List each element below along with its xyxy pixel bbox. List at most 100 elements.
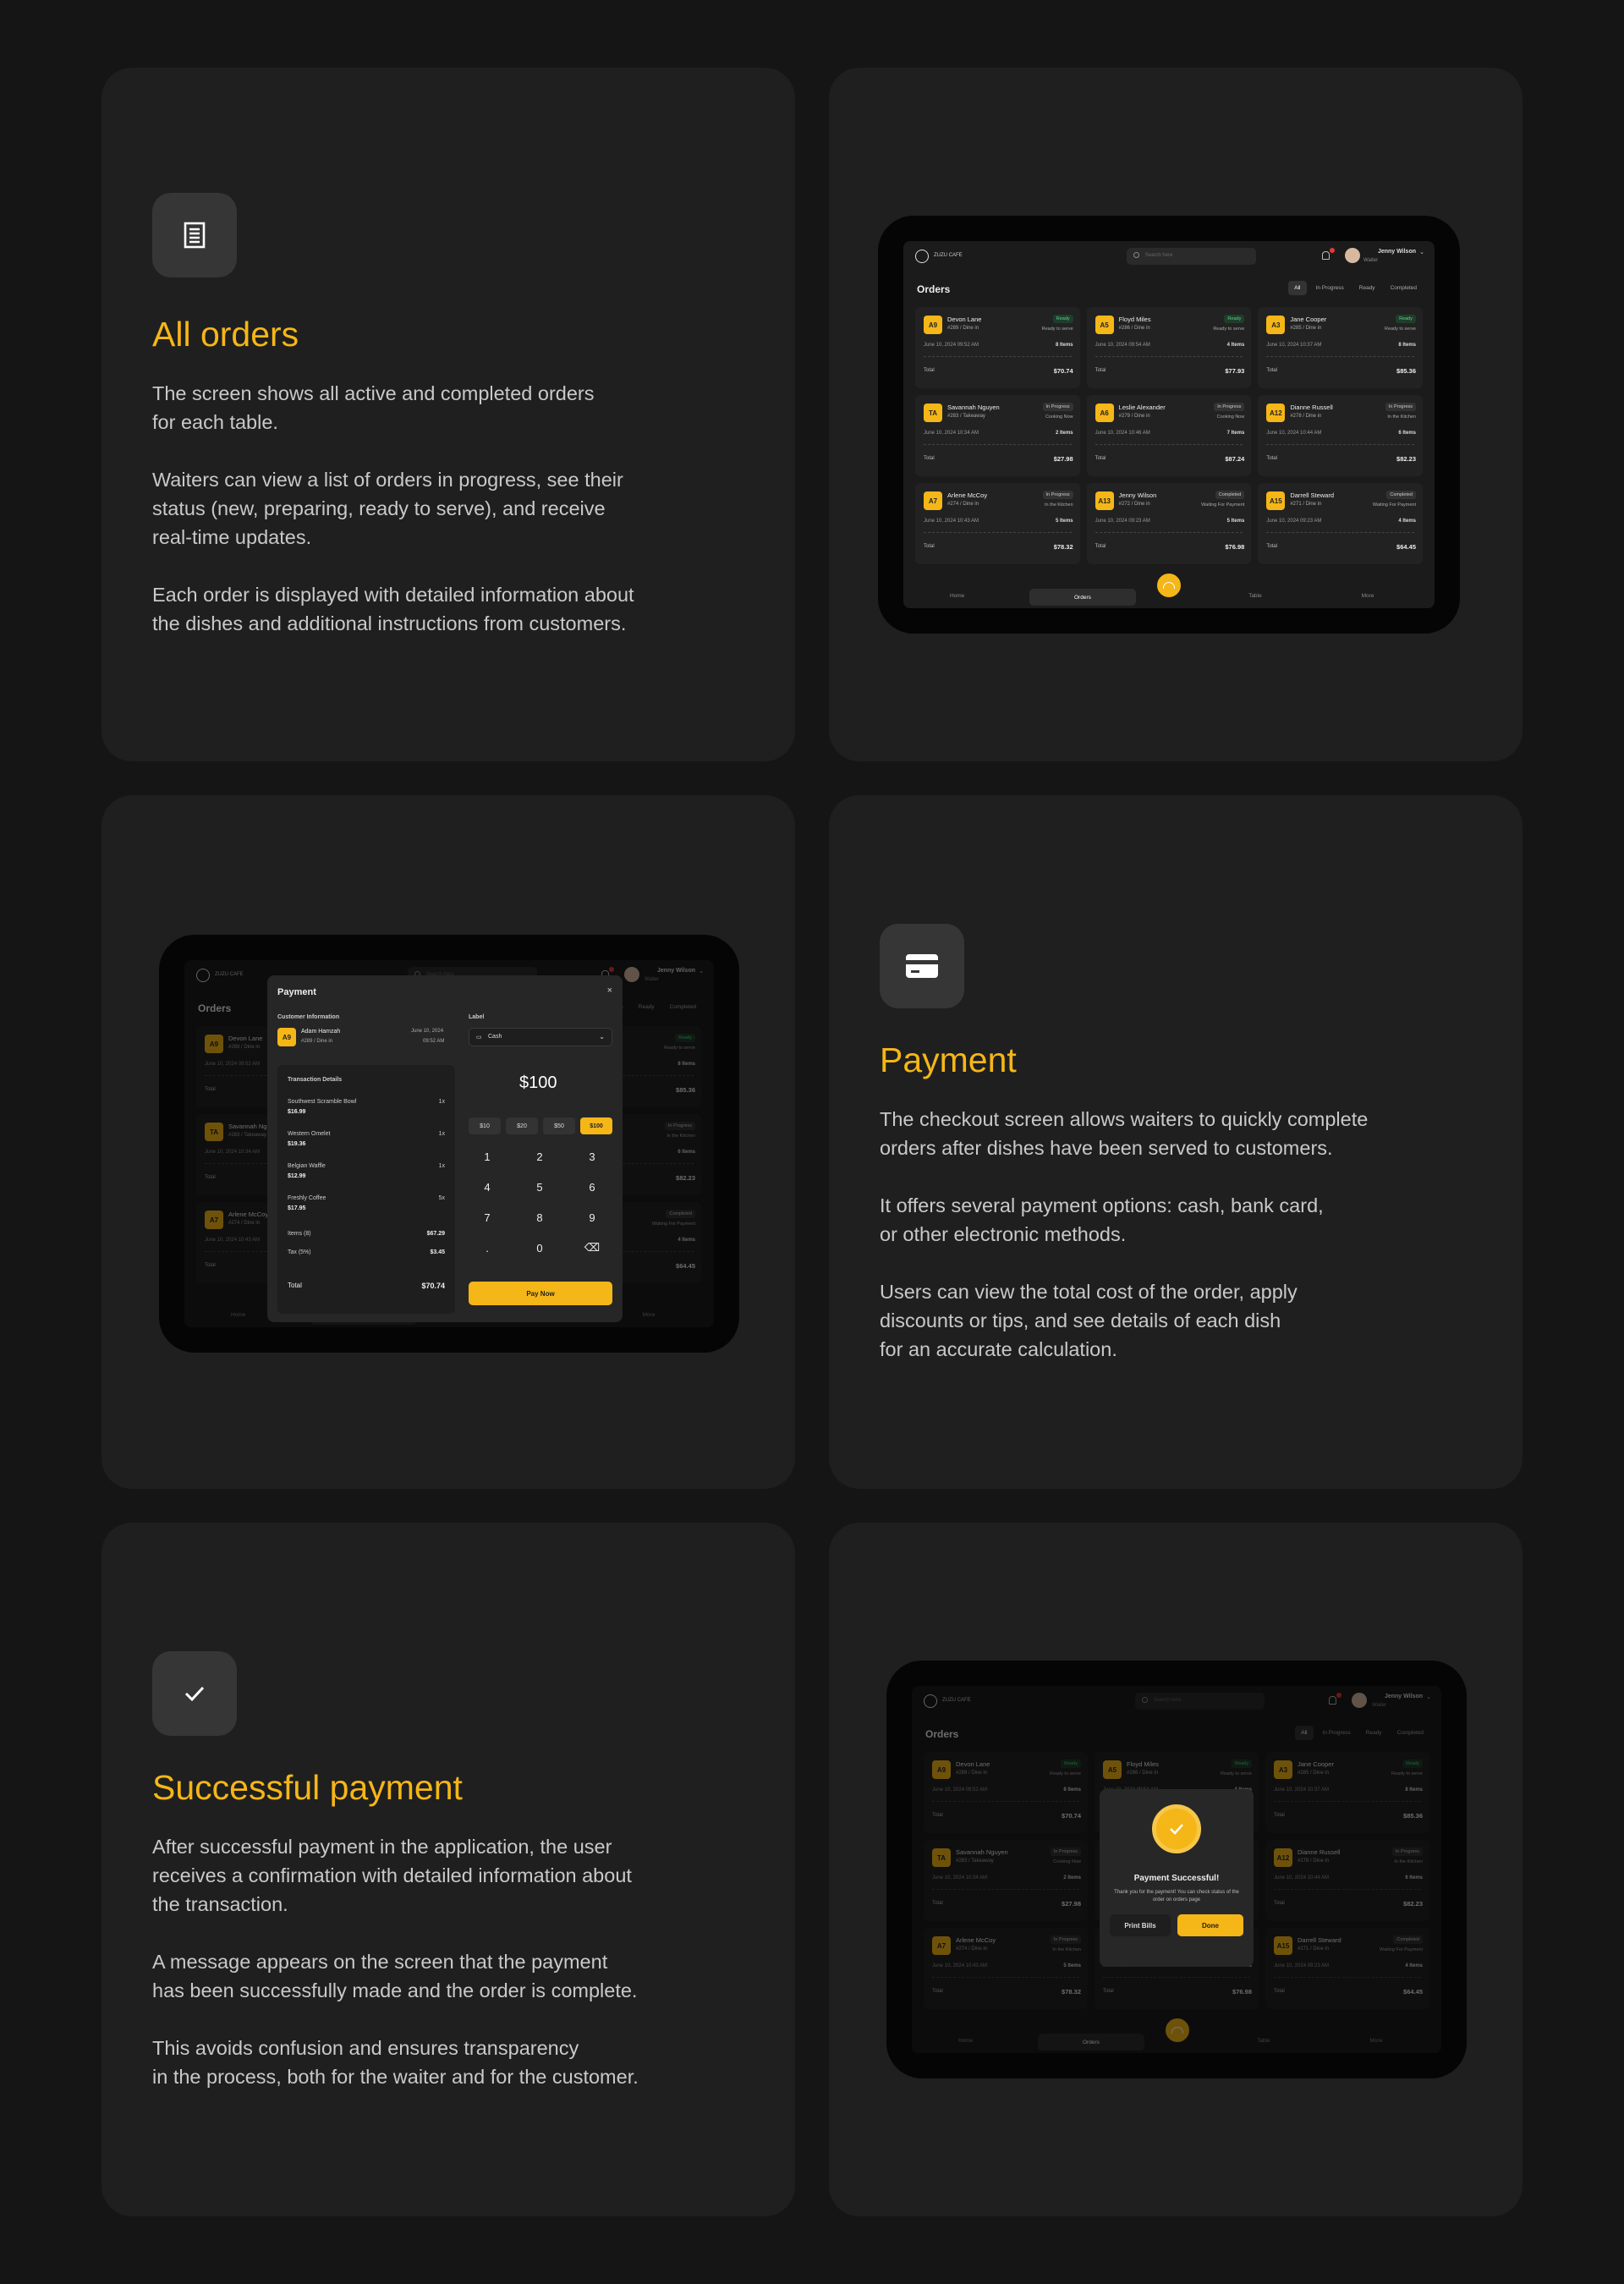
table-tag: A12 bbox=[1266, 404, 1286, 422]
keypad-key[interactable]: 9 bbox=[575, 1205, 609, 1229]
tab-all[interactable]: All bbox=[1288, 281, 1307, 295]
all-orders-card: All orders The screen shows all active a… bbox=[102, 68, 795, 761]
close-icon[interactable]: × bbox=[607, 986, 612, 996]
total-label: Total bbox=[1095, 456, 1106, 461]
item-price: $16.99 bbox=[288, 1109, 306, 1115]
order-card[interactable]: A6 Leslie Alexander #279 / Dine in In Progr… bbox=[1086, 395, 1252, 476]
table-tag: A13 bbox=[1095, 491, 1114, 510]
order-number: #272 / Dine in bbox=[1118, 502, 1150, 507]
order-filter-tabs: AllIn ProgressReady Completed bbox=[1288, 281, 1423, 295]
keypad-key[interactable]: 5 bbox=[523, 1175, 557, 1199]
customer-name: Jenny Wilson bbox=[1118, 491, 1157, 499]
keypad-key[interactable]: 0 bbox=[523, 1236, 557, 1260]
item-name: Belgian Waffle bbox=[288, 1163, 326, 1169]
nav-orders[interactable]: Orders bbox=[1029, 589, 1136, 606]
total-label: Total bbox=[1095, 368, 1106, 373]
quick-amount-button[interactable]: $50 bbox=[543, 1117, 575, 1134]
keypad-key[interactable]: 3 bbox=[575, 1145, 609, 1168]
keypad-key[interactable]: 2 bbox=[523, 1145, 557, 1168]
tab-in-progress[interactable]: In Progress bbox=[1310, 281, 1350, 295]
total-label: Total bbox=[924, 368, 935, 373]
order-card[interactable]: A7 Arlene McCoy #274 / Dine in In Progress I… bbox=[915, 483, 1080, 564]
keypad-key[interactable]: 8 bbox=[523, 1205, 557, 1229]
item-count: 4 Items bbox=[1398, 519, 1416, 524]
order-date: June 10, 2024 10:34 AM bbox=[924, 431, 979, 436]
quick-amount-button[interactable]: $100 bbox=[580, 1117, 612, 1134]
item-count: 4 Items bbox=[1226, 343, 1245, 348]
order-date: June 10, 2024 09:54 AM bbox=[1095, 343, 1150, 348]
order-number: #271 / Dine in bbox=[1290, 502, 1322, 507]
order-card[interactable]: A5 Floyd Miles #286 / Dine in Ready Ready to… bbox=[1086, 307, 1252, 388]
search-input[interactable]: Search here bbox=[1126, 248, 1256, 265]
customer-name: Dianne Russell bbox=[1290, 404, 1333, 411]
total-label: Total bbox=[1095, 544, 1106, 549]
paragraph: After successful payment in the applicat… bbox=[152, 1836, 632, 1915]
section-description: After successful payment in the applicat… bbox=[152, 1832, 736, 2120]
chevron-down-icon: ⌄ bbox=[599, 1033, 605, 1040]
divider bbox=[1266, 356, 1414, 357]
quick-amount-button[interactable]: $10 bbox=[469, 1117, 501, 1134]
keypad-key[interactable]: . bbox=[470, 1236, 504, 1260]
status-badge: Completed bbox=[1215, 491, 1245, 499]
divider bbox=[1266, 532, 1414, 533]
order-date: June 10, 2024 10:37 AM bbox=[1266, 343, 1322, 348]
item-qty: 1x bbox=[438, 1131, 445, 1137]
page-title: Orders bbox=[917, 283, 951, 295]
tab-ready[interactable]: Ready bbox=[1353, 281, 1381, 295]
keypad-key[interactable]: 7 bbox=[470, 1205, 504, 1229]
nav-home[interactable]: Home bbox=[950, 593, 964, 599]
order-card[interactable]: A12 Dianne Russell #278 / Dine in In Progre… bbox=[1258, 395, 1423, 476]
order-card[interactable]: TA Savannah Nguyen #283 / Takeaway In Progr… bbox=[915, 395, 1080, 476]
status-detail: Ready to serve bbox=[1041, 327, 1073, 332]
payment-screen: ZUZU CAFESearch hereJenny WilsonWaiter⌄O… bbox=[184, 960, 714, 1327]
nav-table[interactable]: Table bbox=[1248, 593, 1262, 599]
bell-icon[interactable] bbox=[1322, 251, 1330, 260]
tablet-frame: ZUZU CAFESearch hereJenny WilsonWaiter⌄O… bbox=[886, 1661, 1467, 2078]
avatar[interactable] bbox=[1345, 248, 1360, 263]
customer-name: Devon Lane bbox=[947, 316, 982, 323]
success-screen: ZUZU CAFESearch hereJenny WilsonWaiter⌄O… bbox=[912, 1686, 1441, 2053]
receipt-icon bbox=[152, 193, 237, 277]
item-count: 2 Items bbox=[1055, 431, 1073, 436]
nav-more[interactable]: More bbox=[1362, 593, 1374, 599]
keypad-key[interactable]: 4 bbox=[470, 1175, 504, 1199]
item-qty: 1x bbox=[438, 1099, 445, 1105]
status-badge: In Progress bbox=[1214, 403, 1245, 411]
quick-amount-button[interactable]: $20 bbox=[506, 1117, 538, 1134]
customer-name: Leslie Alexander bbox=[1118, 404, 1166, 411]
customer-name: Floyd Miles bbox=[1118, 316, 1151, 323]
new-order-button[interactable] bbox=[1155, 571, 1183, 600]
notification-dot bbox=[1330, 248, 1335, 253]
tab-completed[interactable]: Completed bbox=[1385, 281, 1423, 295]
total-label: Total bbox=[1266, 456, 1278, 461]
paragraph: This avoids confusion and ensures transp… bbox=[152, 2037, 639, 2088]
transaction-details: Transaction Details Southwest Scramble B… bbox=[277, 1065, 455, 1314]
divider bbox=[924, 356, 1072, 357]
keypad-key[interactable]: 1 bbox=[470, 1145, 504, 1168]
chevron-down-icon[interactable]: ⌄ bbox=[1419, 249, 1424, 255]
orders-preview-card: ZUZU CAFE Search here Jenny Wilson Waiter ⌄ O… bbox=[829, 68, 1522, 761]
order-card[interactable]: A3 Jane Cooper #285 / Dine in Ready Ready to… bbox=[1258, 307, 1423, 388]
order-total: $64.45 bbox=[1396, 543, 1416, 551]
keypad-key[interactable]: 6 bbox=[575, 1175, 609, 1199]
status-badge: Ready bbox=[1052, 315, 1073, 323]
method-value: Cash bbox=[488, 1034, 502, 1040]
divider bbox=[1095, 356, 1243, 357]
order-card[interactable]: A13 Jenny Wilson #272 / Dine in Completed Wa… bbox=[1086, 483, 1252, 564]
status-badge: In Progress bbox=[1042, 403, 1073, 411]
paragraph: The checkout screen allows waiters to qu… bbox=[880, 1108, 1369, 1159]
item-count: 6 Items bbox=[1398, 431, 1416, 436]
done-button[interactable]: Done bbox=[1177, 1914, 1243, 1936]
payment-method-select[interactable]: ▭ Cash ⌄ bbox=[469, 1028, 612, 1046]
pay-now-button[interactable]: Pay Now bbox=[469, 1282, 612, 1305]
print-bills-button[interactable]: Print Bills bbox=[1110, 1914, 1171, 1936]
table-tag: A6 bbox=[1095, 404, 1114, 422]
order-total: $82.23 bbox=[1396, 455, 1416, 463]
success-message: Thank you for the payment! You can check… bbox=[1114, 1890, 1239, 1902]
credit-card-icon bbox=[880, 924, 964, 1008]
backspace-key[interactable]: ⌫ bbox=[575, 1236, 609, 1260]
order-card[interactable]: A9 Devon Lane #289 / Dine in Ready Ready to … bbox=[915, 307, 1080, 388]
order-card[interactable]: A15 Darrell Steward #271 / Dine in Complete… bbox=[1258, 483, 1423, 564]
order-date: June 10, 2024 10:44 AM bbox=[1266, 431, 1322, 436]
status-detail: Waiting For Payment bbox=[1201, 502, 1245, 508]
